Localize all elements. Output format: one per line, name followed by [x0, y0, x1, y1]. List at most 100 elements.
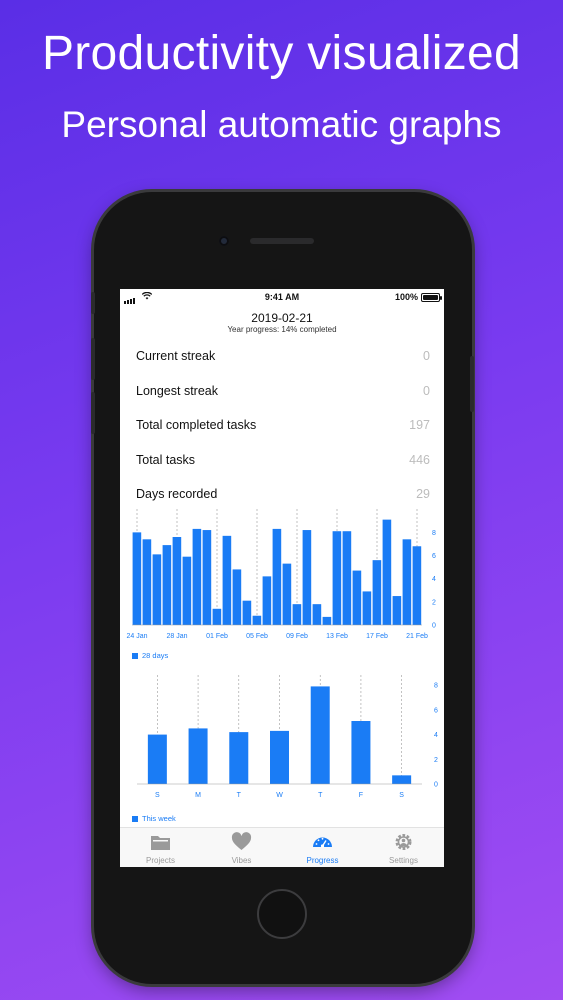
bar — [202, 530, 212, 625]
mute-switch — [91, 292, 95, 314]
bar — [172, 537, 182, 625]
bar — [342, 531, 352, 625]
gear-icon — [393, 832, 414, 852]
volume-down-button — [91, 392, 95, 434]
bar — [212, 608, 222, 625]
x-tick-label: S — [399, 792, 404, 799]
tab-label: Projects — [146, 856, 175, 865]
x-tick-label: 09 Feb — [286, 633, 308, 640]
bar — [152, 554, 162, 625]
bar — [292, 604, 302, 625]
legend-this-week: This week — [132, 814, 176, 823]
bar — [192, 528, 202, 625]
bar — [351, 721, 371, 784]
y-tick-label: 0 — [434, 782, 438, 789]
front-camera — [219, 236, 229, 246]
battery-percent: 100% — [394, 292, 418, 302]
chart-this-week: S M T W T F S 0 2 4 6 8 — [137, 675, 438, 799]
tab-label: Settings — [389, 856, 418, 865]
stat-current-streak: Current streak 0 — [136, 349, 430, 369]
chart-28-days: 0 2 4 6 8 24 Jan 28 Jan 01 Feb 05 Feb 09 Feb 13 Fe… — [126, 509, 436, 640]
x-tick-label: 05 Feb — [246, 633, 268, 640]
y-tick-label: 8 — [432, 530, 436, 537]
x-tick-label: 21 Feb — [406, 633, 428, 640]
bar — [332, 531, 342, 625]
tab-vibes[interactable]: Vibes — [201, 828, 282, 867]
y-tick-label: 8 — [434, 683, 438, 690]
stat-total-tasks: Total tasks 446 — [136, 453, 430, 473]
headline-title: Productivity visualized — [41, 27, 522, 80]
x-tick-label: 01 Feb — [206, 633, 228, 640]
x-tick-label: 28 Jan — [166, 633, 187, 640]
stat-label: Days recorded — [136, 487, 218, 501]
bar — [310, 686, 330, 784]
bar — [282, 563, 292, 625]
bar — [392, 596, 402, 625]
stat-value: 29 — [416, 487, 430, 501]
tab-projects[interactable]: Projects — [120, 828, 201, 867]
y-tick-label: 0 — [432, 623, 436, 630]
stat-label: Total completed tasks — [136, 418, 257, 432]
stat-longest-streak: Longest streak 0 — [136, 384, 430, 404]
bar — [132, 532, 142, 625]
bar — [232, 569, 242, 625]
stat-value: 446 — [409, 453, 430, 467]
y-tick-label: 2 — [434, 757, 438, 764]
stat-days-recorded: Days recorded 29 — [136, 487, 430, 507]
bar — [252, 615, 262, 625]
legend-swatch — [132, 816, 138, 822]
bar — [222, 535, 232, 625]
year-progress: Year progress: 14% completed — [227, 325, 337, 334]
bar — [382, 519, 392, 625]
x-tick-label: 17 Feb — [366, 633, 388, 640]
y-tick-label: 4 — [434, 732, 438, 739]
bar — [402, 539, 412, 625]
tab-settings[interactable]: Settings — [363, 828, 444, 867]
x-tick-label: M — [195, 792, 201, 799]
bar — [270, 730, 289, 784]
bar — [182, 556, 192, 625]
bar — [142, 539, 152, 625]
bar — [372, 560, 382, 625]
tab-label: Vibes — [231, 856, 252, 865]
bar — [362, 591, 372, 625]
legend-swatch — [132, 653, 138, 659]
y-tick-label: 6 — [434, 707, 438, 714]
headline-subtitle: Personal automatic graphs — [61, 104, 502, 145]
y-tick-label: 2 — [432, 599, 436, 606]
stat-value: 0 — [423, 384, 430, 398]
x-tick-label: 24 Jan — [126, 633, 147, 640]
tab-label: Progress — [306, 856, 339, 865]
x-tick-label: S — [155, 792, 160, 799]
x-tick-label: 13 Feb — [326, 633, 348, 640]
folder-icon — [150, 832, 171, 852]
bar — [392, 775, 412, 784]
tab-progress[interactable]: Progress — [282, 828, 363, 867]
stat-label: Current streak — [136, 349, 216, 363]
bar — [162, 545, 172, 625]
x-tick-label: F — [359, 792, 363, 799]
legend-label: 28 days — [142, 651, 169, 660]
legend-label: This week — [142, 814, 176, 823]
stat-value: 0 — [423, 349, 430, 363]
x-tick-label: T — [318, 792, 323, 799]
bar — [352, 570, 362, 625]
status-bar: 9:41 AM 100% — [120, 289, 444, 307]
x-tick-label: W — [276, 792, 283, 799]
stat-total-completed-tasks: Total completed tasks 197 — [136, 418, 430, 438]
current-date: 2019-02-21 — [251, 311, 313, 325]
heart-icon — [231, 832, 252, 852]
x-tick-label: T — [237, 792, 242, 799]
bar — [302, 530, 312, 625]
y-tick-label: 6 — [432, 553, 436, 560]
bar — [147, 734, 167, 784]
stat-label: Total tasks — [136, 453, 196, 467]
bar — [272, 528, 282, 625]
bar — [242, 600, 252, 625]
gauge-icon — [312, 832, 333, 852]
bar — [262, 576, 272, 625]
home-button[interactable] — [257, 889, 307, 939]
bar — [412, 546, 422, 625]
y-tick-label: 4 — [432, 576, 436, 583]
stat-value: 197 — [409, 418, 430, 432]
